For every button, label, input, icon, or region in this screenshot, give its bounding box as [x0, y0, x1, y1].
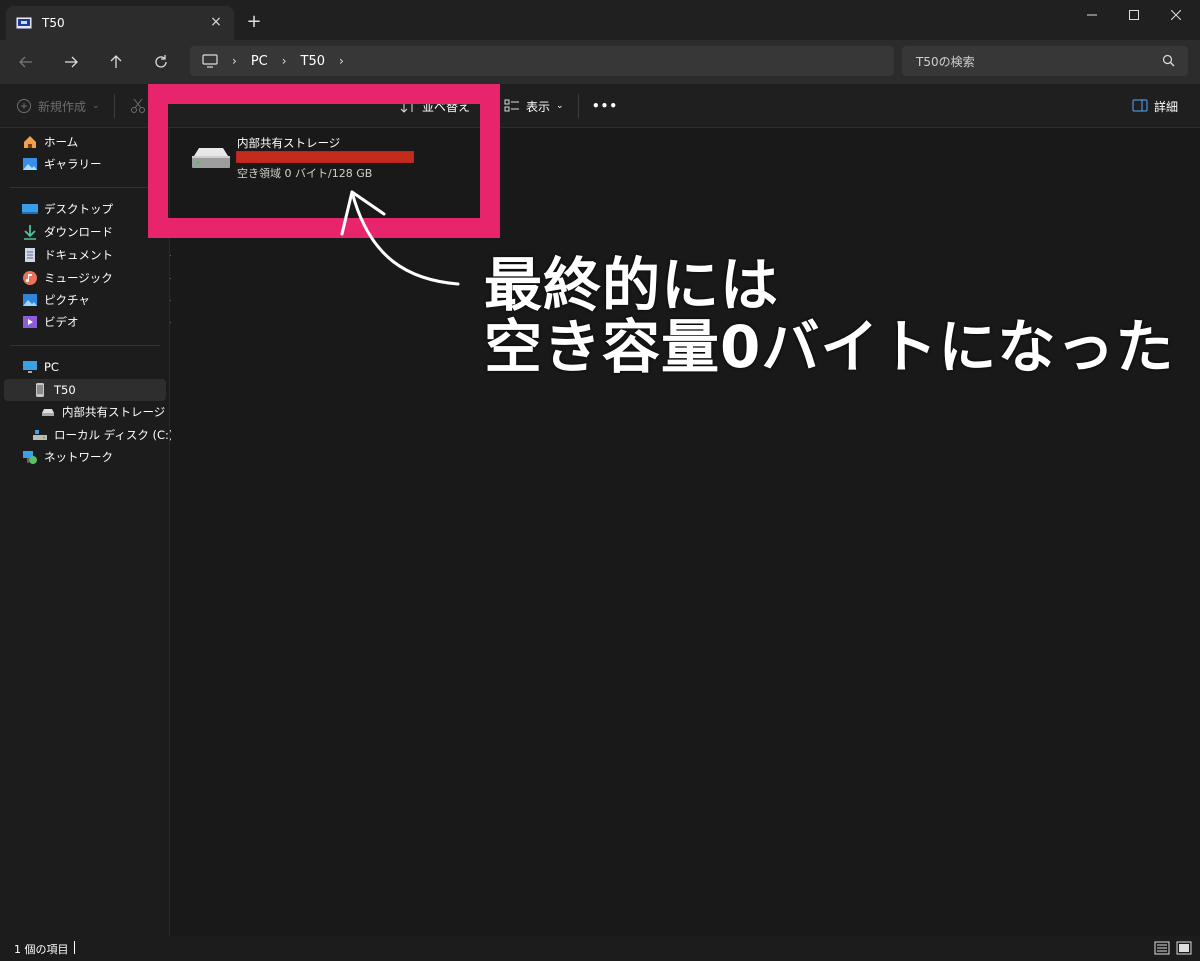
sidebar-item-label: ギャラリー	[44, 157, 102, 171]
local-disk-icon	[32, 427, 48, 443]
network-icon	[22, 449, 38, 465]
refresh-icon[interactable]	[149, 50, 173, 74]
sidebar-item-pc[interactable]: PC	[22, 356, 184, 378]
desktop-icon	[22, 201, 38, 217]
pictures-icon	[22, 292, 38, 308]
chevron-right-icon[interactable]: ›	[232, 54, 237, 68]
sidebar-item-label: ローカル ディスク (C:)	[54, 428, 174, 442]
view-button[interactable]: 表示 ⌄	[504, 96, 564, 116]
details-label: 詳細	[1154, 99, 1179, 114]
sidebar-item-local-disk[interactable]: ローカル ディスク (C:)	[4, 424, 173, 446]
divider	[578, 94, 579, 118]
sidebar-item-label: ミュージック	[44, 271, 113, 285]
storage-icon	[40, 404, 56, 420]
sidebar-item-t50[interactable]: T50	[4, 379, 166, 401]
status-bar: 1 個の項目	[0, 936, 1200, 961]
gallery-icon	[22, 156, 38, 172]
home-icon	[22, 134, 38, 150]
tiles-view-icon[interactable]	[1176, 940, 1192, 956]
navigation-bar: › PC › T50 › T50の検索	[0, 40, 1200, 84]
close-window-icon[interactable]	[1154, 0, 1198, 30]
status-separator	[74, 941, 75, 954]
cut-icon[interactable]	[130, 96, 146, 116]
download-icon	[22, 224, 38, 240]
sidebar-item-videos[interactable]: ビデオ	[22, 311, 184, 333]
search-input[interactable]: T50の検索	[902, 46, 1188, 76]
chevron-right-icon[interactable]: ›	[339, 54, 344, 68]
breadcrumb-t50[interactable]: T50	[301, 54, 325, 69]
tab-title: T50	[42, 16, 65, 30]
sidebar-item-label: ホーム	[44, 135, 79, 149]
sidebar-item-pictures[interactable]: ピクチャ	[22, 289, 184, 311]
tab-t50[interactable]: T50 ×	[6, 6, 234, 40]
sidebar-item-music[interactable]: ミュージック	[22, 267, 184, 289]
address-bar[interactable]: › PC › T50 ›	[190, 46, 894, 76]
plus-circle-icon	[17, 99, 31, 113]
details-view-icon[interactable]	[1154, 940, 1170, 956]
navigation-pane: ホーム ギャラリー デスクトップ ダウンロード ドキュメント ミュージック ピク…	[0, 128, 179, 936]
sidebar-item-label: ドキュメント	[44, 248, 113, 262]
file-list-area	[171, 128, 1200, 936]
forward-arrow-icon[interactable]	[59, 50, 83, 74]
maximize-icon[interactable]	[1112, 0, 1156, 30]
view-icon	[504, 99, 519, 112]
pc-icon	[22, 359, 38, 375]
chevron-down-icon: ⌄	[92, 101, 100, 111]
sidebar-item-internal-storage[interactable]: 内部共有ストレージ	[4, 401, 166, 423]
sidebar-item-network[interactable]: ネットワーク	[22, 446, 184, 468]
phone-icon	[32, 382, 48, 398]
divider	[114, 94, 115, 118]
sidebar-item-label: ネットワーク	[44, 450, 113, 464]
sidebar-item-documents[interactable]: ドキュメント	[22, 244, 184, 266]
annotation-text: 最終的には 空き容量0バイトになった	[484, 254, 1174, 378]
new-button[interactable]: 新規作成 ⌄	[16, 96, 100, 116]
breadcrumb-pc[interactable]: PC	[251, 54, 268, 69]
divider	[10, 345, 160, 346]
search-icon[interactable]	[1162, 54, 1176, 68]
new-tab-button[interactable]: +	[244, 12, 264, 32]
annotation-line-2: 空き容量0バイトになった	[484, 313, 1175, 381]
up-arrow-icon[interactable]	[104, 50, 128, 74]
title-bar: T50 × +	[0, 0, 1200, 40]
annotation-line-1: 最終的には	[484, 251, 780, 319]
sidebar-item-label: ビデオ	[44, 315, 79, 329]
back-arrow-icon[interactable]	[14, 50, 38, 74]
divider	[10, 187, 160, 188]
videos-icon	[22, 314, 38, 330]
more-options-icon[interactable]: •••	[592, 96, 618, 116]
chevron-down-icon: ⌄	[556, 101, 564, 111]
documents-icon	[22, 247, 38, 263]
view-label: 表示	[526, 99, 551, 114]
details-button[interactable]: 詳細	[1132, 96, 1178, 116]
monitor-icon	[202, 54, 218, 68]
close-tab-icon[interactable]: ×	[208, 14, 224, 30]
item-count: 1 個の項目	[14, 943, 69, 956]
new-label: 新規作成	[38, 99, 87, 114]
sidebar-item-label: ピクチャ	[44, 293, 90, 307]
sidebar-item-label: PC	[44, 360, 59, 374]
chevron-right-icon[interactable]: ›	[282, 54, 287, 68]
sidebar-item-label: T50	[54, 383, 76, 397]
search-placeholder: T50の検索	[916, 54, 975, 69]
sidebar-item-label: 内部共有ストレージ	[62, 405, 166, 419]
music-icon	[22, 270, 38, 286]
annotation-arrow-icon	[340, 190, 460, 286]
details-pane-icon	[1132, 99, 1148, 112]
minimize-icon[interactable]	[1070, 0, 1114, 30]
sidebar-item-label: デスクトップ	[44, 202, 113, 216]
drive-icon	[16, 16, 32, 30]
sidebar-item-label: ダウンロード	[44, 225, 113, 239]
